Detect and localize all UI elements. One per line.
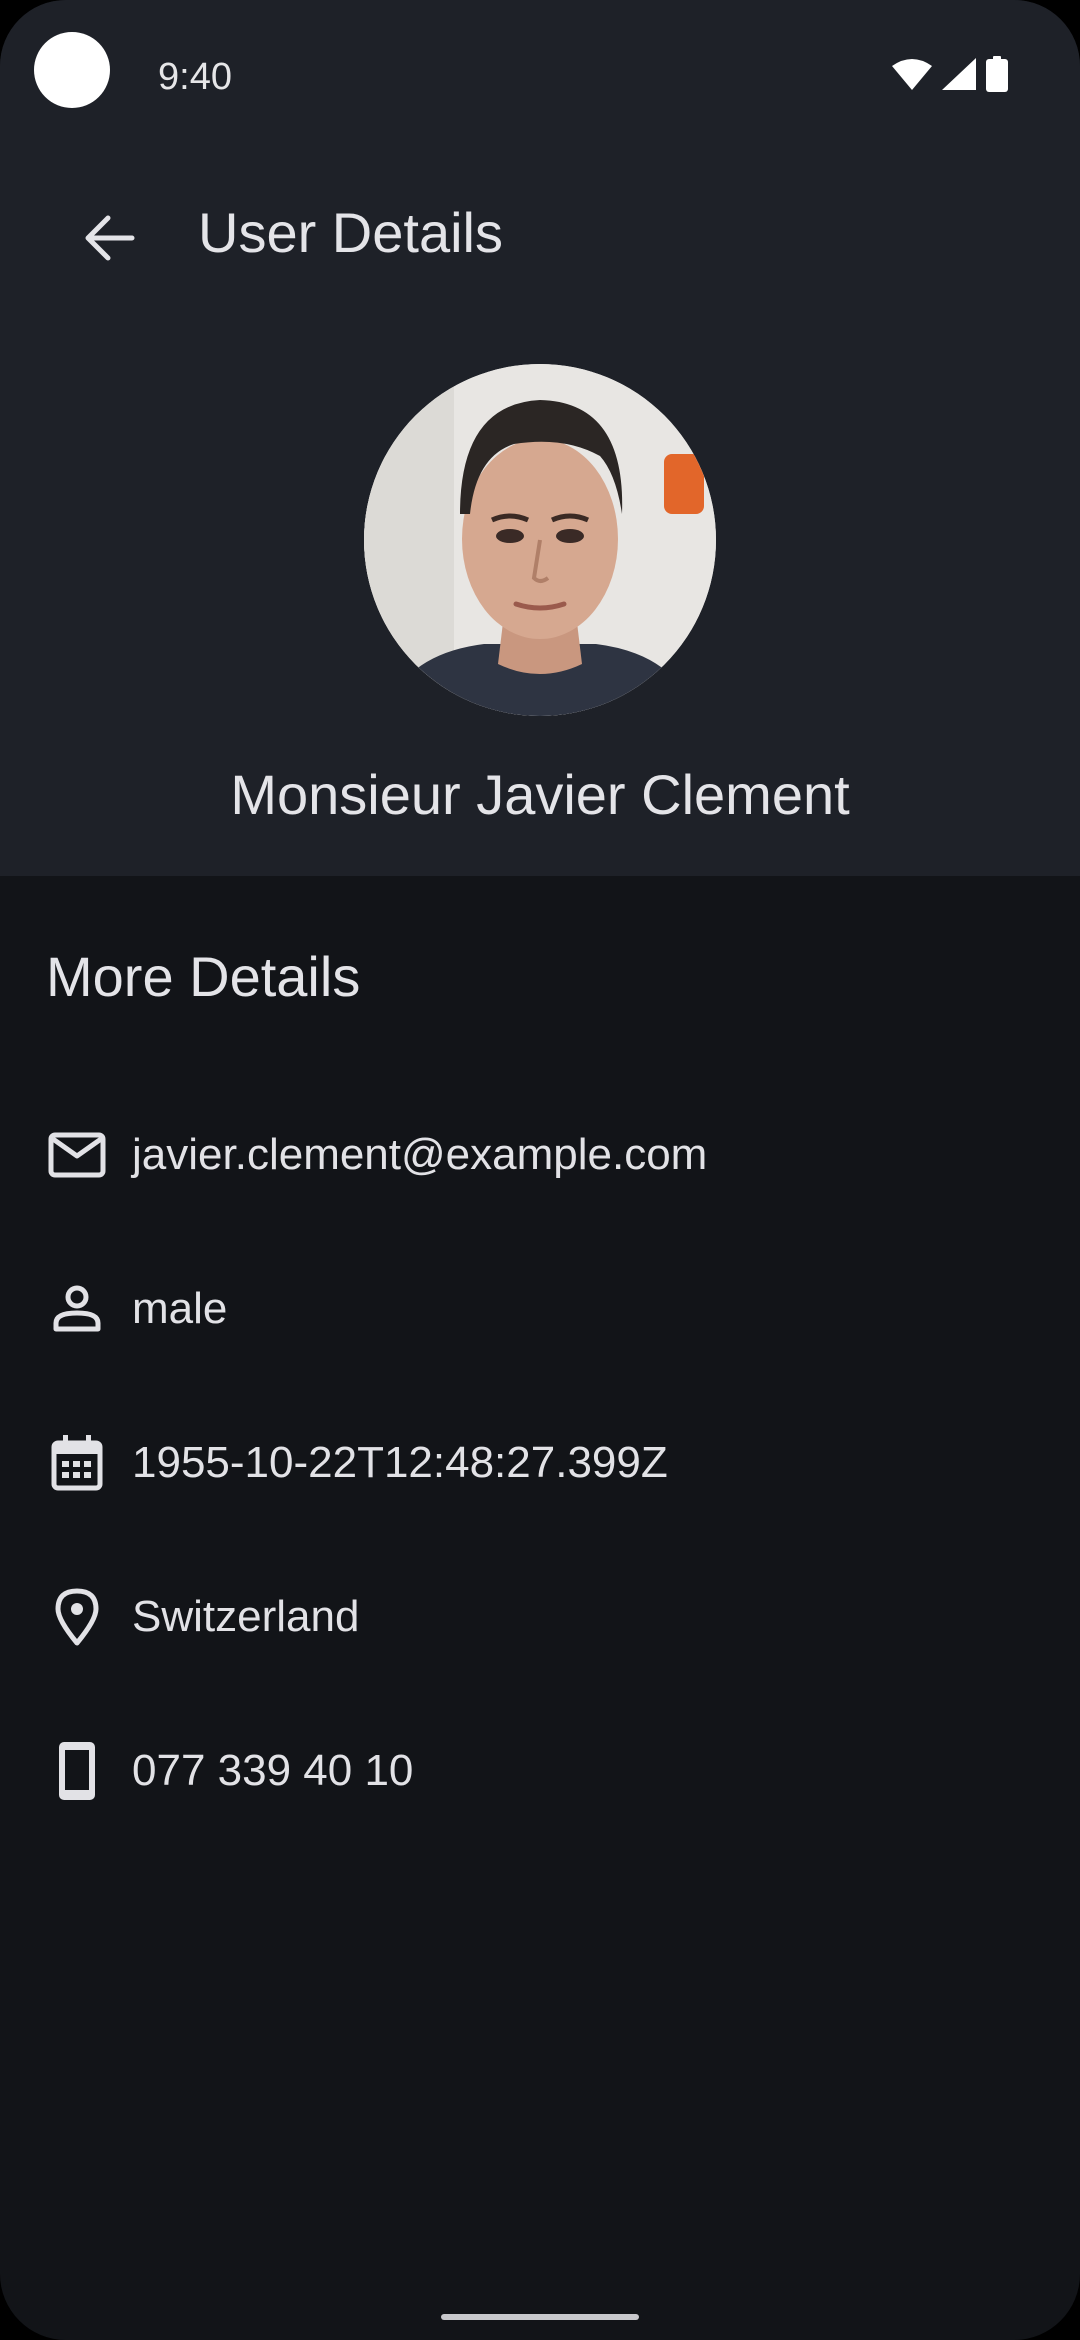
calendar-icon	[40, 1426, 114, 1500]
status-time: 9:40	[158, 56, 232, 98]
detail-row-location: Switzerland	[0, 1540, 1080, 1694]
status-bar: 9:40	[0, 0, 1080, 150]
status-icons	[892, 56, 1008, 92]
home-indicator[interactable]	[441, 2314, 639, 2320]
app-screen: 9:40 User Details Monsieur Javier Clemen…	[0, 0, 1080, 2340]
camera-cutout	[34, 32, 110, 108]
phone-value: 077 339 40 10	[132, 1746, 414, 1795]
email-value: javier.clement@example.com	[132, 1130, 708, 1179]
birthdate-value: 1955-10-22T12:48:27.399Z	[132, 1438, 668, 1487]
back-button[interactable]	[72, 202, 148, 278]
battery-icon	[986, 56, 1008, 92]
app-bar: User Details	[0, 180, 1080, 290]
details-list: javier.clement@example.com male 1955-10-…	[0, 1078, 1080, 1848]
detail-row-birthdate: 1955-10-22T12:48:27.399Z	[0, 1386, 1080, 1540]
cellular-signal-icon	[942, 58, 976, 90]
profile-header: 9:40 User Details Monsieur Javier Clemen…	[0, 0, 1080, 876]
person-icon	[40, 1272, 114, 1346]
page-title: User Details	[198, 201, 503, 264]
arrow-back-icon	[84, 214, 136, 267]
email-icon	[40, 1118, 114, 1192]
gender-value: male	[132, 1284, 228, 1333]
detail-row-email: javier.clement@example.com	[0, 1078, 1080, 1232]
detail-row-gender: male	[0, 1232, 1080, 1386]
user-full-name: Monsieur Javier Clement	[230, 763, 850, 826]
location-pin-icon	[40, 1580, 114, 1654]
detail-row-phone: 077 339 40 10	[0, 1694, 1080, 1848]
country-value: Switzerland	[132, 1592, 360, 1641]
section-title: More Details	[46, 945, 361, 1008]
phone-icon	[40, 1734, 114, 1808]
avatar	[364, 364, 716, 716]
wifi-icon	[892, 58, 932, 90]
